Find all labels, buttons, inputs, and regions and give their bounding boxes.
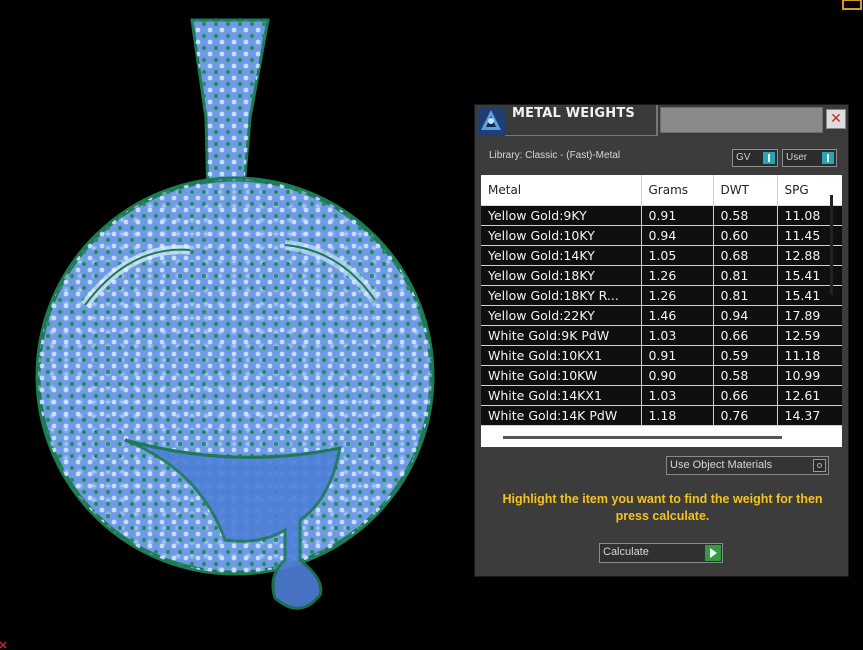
gv-toggle-label: GV — [736, 152, 751, 163]
cell-dwt: 0.58 — [713, 205, 778, 226]
use-object-materials-label: Use Object Materials — [670, 459, 773, 471]
panel-title: METAL WEIGHTS — [512, 106, 635, 121]
table-row[interactable]: Yellow Gold:22KY 1.46 0.94 17.89 — [481, 305, 842, 326]
cell-dwt: 0.76 — [713, 405, 778, 426]
close-button[interactable]: ✕ — [826, 109, 846, 129]
metal-weights-panel: METAL WEIGHTS ✕ Library: Classic - (Fast… — [474, 104, 849, 577]
cell-dwt: 0.66 — [713, 385, 778, 406]
cell-grams: 0.91 — [641, 345, 714, 366]
instruction-text: Highlight the item you want to find the … — [502, 492, 823, 523]
table-row[interactable]: White Gold:14KX1 1.03 0.66 12.61 — [481, 385, 842, 406]
cell-grams: 1.26 — [641, 285, 714, 306]
cell-dwt: 0.81 — [713, 285, 778, 306]
cell-spg: 12.59 — [777, 325, 842, 346]
cell-dwt: 0.60 — [713, 225, 778, 246]
library-label: Library: Classic - (Fast)-Metal — [489, 150, 621, 161]
cell-spg: 14.37 — [777, 405, 842, 426]
cell-metal: Yellow Gold:18KY — [481, 265, 642, 286]
cell-grams: 0.91 — [641, 205, 714, 226]
gv-toggle[interactable]: GV — [732, 149, 778, 167]
axis-marker-icon — [0, 641, 7, 649]
cell-metal: Yellow Gold:9KY — [481, 205, 642, 226]
table-row[interactable]: White Gold:10KW 0.90 0.58 10.99 — [481, 365, 842, 386]
table-header-row: Metal Grams DWT SPG — [481, 175, 842, 206]
metal-table: Metal Grams DWT SPG Yellow Gold:9KY 0.91 0… — [481, 175, 842, 426]
table-row[interactable]: Yellow Gold:14KY 1.05 0.68 12.88 — [481, 245, 842, 266]
cell-metal: White Gold:9K PdW — [481, 325, 642, 346]
user-toggle-label: User — [786, 152, 808, 163]
cell-metal: Yellow Gold:14KY — [481, 245, 642, 266]
table-row[interactable]: White Gold:14K PdW 1.18 0.76 14.37 — [481, 405, 842, 426]
use-object-materials-option[interactable]: Use Object Materials — [666, 456, 829, 475]
table-row[interactable]: Yellow Gold:9KY 0.91 0.58 11.08 — [481, 205, 842, 226]
title-spacer — [660, 107, 823, 133]
table-row[interactable]: Yellow Gold:10KY 0.94 0.60 11.45 — [481, 225, 842, 246]
cell-grams: 0.94 — [641, 225, 714, 246]
app-logo-icon — [477, 107, 505, 135]
column-header-grams[interactable]: Grams — [641, 175, 714, 206]
vertical-scrollbar[interactable] — [830, 195, 833, 295]
user-toggle[interactable]: User — [782, 149, 837, 167]
gv-switch-icon — [763, 152, 775, 164]
column-header-metal[interactable]: Metal — [481, 175, 642, 206]
calculate-label: Calculate — [603, 546, 649, 558]
metal-table-container[interactable]: Metal Grams DWT SPG Yellow Gold:9KY 0.91 0… — [481, 175, 842, 447]
cell-spg: 10.99 — [777, 365, 842, 386]
table-row[interactable]: Yellow Gold:18KY 1.26 0.81 15.41 — [481, 265, 842, 286]
table-row[interactable]: White Gold:10KX1 0.91 0.59 11.18 — [481, 345, 842, 366]
cell-metal: Yellow Gold:18KY R... — [481, 285, 642, 306]
panel-titlebar[interactable]: METAL WEIGHTS ✕ — [475, 105, 848, 137]
cell-dwt: 0.59 — [713, 345, 778, 366]
cell-metal: Yellow Gold:10KY — [481, 225, 642, 246]
cell-grams: 1.18 — [641, 405, 714, 426]
cell-spg: 11.18 — [777, 345, 842, 366]
cell-grams: 1.03 — [641, 325, 714, 346]
calculate-button[interactable]: Calculate — [599, 543, 723, 563]
column-header-dwt[interactable]: DWT — [713, 175, 778, 206]
cell-dwt: 0.94 — [713, 305, 778, 326]
cell-dwt: 0.81 — [713, 265, 778, 286]
table-row[interactable]: White Gold:9K PdW 1.03 0.66 12.59 — [481, 325, 842, 346]
user-switch-icon — [822, 152, 834, 164]
horizontal-scrollbar[interactable] — [503, 436, 782, 439]
cell-grams: 1.05 — [641, 245, 714, 266]
cell-grams: 1.26 — [641, 265, 714, 286]
cell-metal: White Gold:14K PdW — [481, 405, 642, 426]
cell-grams: 0.90 — [641, 365, 714, 386]
cell-metal: Yellow Gold:22KY — [481, 305, 642, 326]
cell-dwt: 0.68 — [713, 245, 778, 266]
cell-grams: 1.46 — [641, 305, 714, 326]
cell-spg: 17.89 — [777, 305, 842, 326]
corner-gizmo-icon[interactable] — [842, 0, 862, 10]
play-arrow-icon — [705, 545, 721, 561]
cell-dwt: 0.66 — [713, 325, 778, 346]
radio-icon[interactable] — [813, 459, 826, 472]
cell-spg: 12.61 — [777, 385, 842, 406]
pendant-model[interactable] — [35, 18, 435, 610]
cell-grams: 1.03 — [641, 385, 714, 406]
cell-metal: White Gold:10KX1 — [481, 345, 642, 366]
cell-metal: White Gold:10KW — [481, 365, 642, 386]
cell-dwt: 0.58 — [713, 365, 778, 386]
table-row[interactable]: Yellow Gold:18KY R... 1.26 0.81 15.41 — [481, 285, 842, 306]
cell-metal: White Gold:14KX1 — [481, 385, 642, 406]
